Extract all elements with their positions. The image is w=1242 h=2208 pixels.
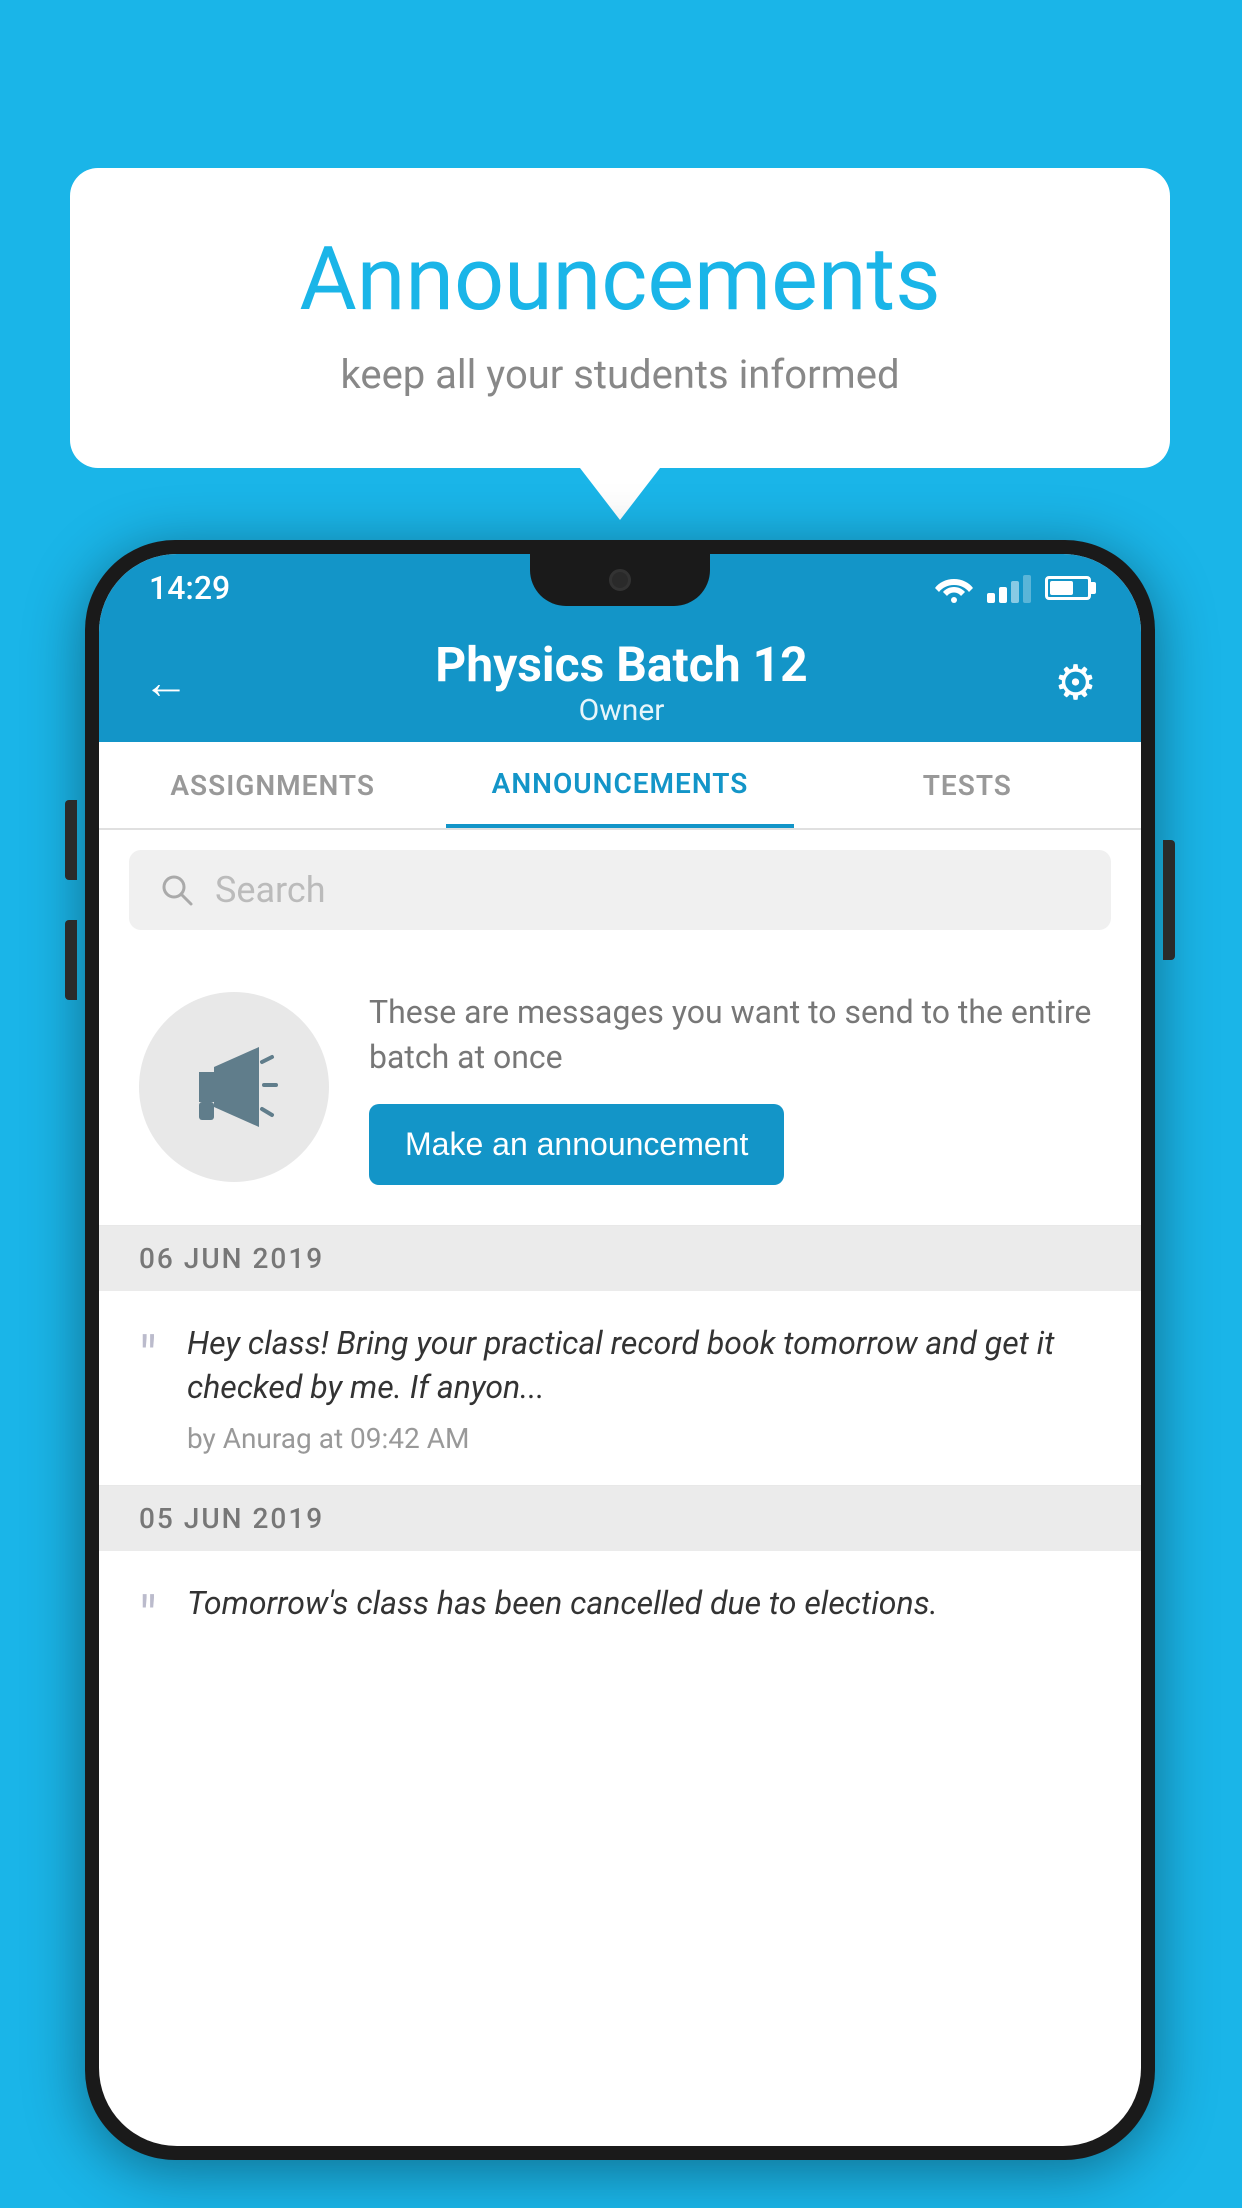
announcement-text-2: Tomorrow's class has been cancelled due …: [187, 1581, 1101, 1626]
announcement-item-2[interactable]: " Tomorrow's class has been cancelled du…: [99, 1551, 1141, 1675]
phone-frame: 14:29: [85, 540, 1155, 2160]
date-separator-2: 05 JUN 2019: [99, 1486, 1141, 1551]
quote-icon-2: ": [139, 1589, 157, 1645]
bubble-subtitle: keep all your students informed: [150, 351, 1090, 398]
search-placeholder: Search: [215, 869, 326, 911]
header-title: Physics Batch 12: [435, 636, 807, 693]
back-button[interactable]: ←: [143, 655, 189, 710]
megaphone-icon: [184, 1037, 284, 1137]
status-time: 14:29: [149, 569, 230, 607]
tabs-bar: ASSIGNMENTS ANNOUNCEMENTS TESTS: [99, 742, 1141, 830]
announcement-item-1[interactable]: " Hey class! Bring your practical record…: [99, 1291, 1141, 1487]
signal-icon: [987, 573, 1031, 603]
status-icons: [935, 573, 1091, 603]
quote-icon-1: ": [139, 1329, 157, 1385]
date-separator-1: 06 JUN 2019: [99, 1226, 1141, 1291]
search-icon: [159, 872, 195, 908]
announcement-meta-1: by Anurag at 09:42 AM: [187, 1422, 1101, 1455]
promo-icon-circle: [139, 992, 329, 1182]
app-header: ← Physics Batch 12 Owner ⚙: [99, 622, 1141, 742]
promo-description: These are messages you want to send to t…: [369, 990, 1101, 1080]
phone-screen: 14:29: [99, 554, 1141, 2146]
tab-assignments[interactable]: ASSIGNMENTS: [99, 742, 446, 828]
header-center: Physics Batch 12 Owner: [435, 636, 807, 728]
volume-up-button[interactable]: [65, 800, 77, 880]
wifi-icon: [935, 573, 973, 603]
speech-bubble: Announcements keep all your students inf…: [70, 168, 1170, 468]
announcement-content-1: Hey class! Bring your practical record b…: [187, 1321, 1101, 1456]
screen-content: Search: [99, 830, 1141, 2146]
phone-notch: [530, 554, 710, 606]
tab-tests[interactable]: TESTS: [794, 742, 1141, 828]
announcement-content-2: Tomorrow's class has been cancelled due …: [187, 1581, 1101, 1638]
header-subtitle: Owner: [435, 693, 807, 728]
power-button[interactable]: [1163, 840, 1175, 960]
announcement-text-1: Hey class! Bring your practical record b…: [187, 1321, 1101, 1411]
search-bar[interactable]: Search: [129, 850, 1111, 930]
settings-icon[interactable]: ⚙: [1054, 654, 1097, 711]
camera: [609, 569, 631, 591]
battery-icon: [1045, 576, 1091, 600]
tab-announcements[interactable]: ANNOUNCEMENTS: [446, 742, 793, 828]
search-container: Search: [99, 830, 1141, 950]
volume-down-button[interactable]: [65, 920, 77, 1000]
make-announcement-button[interactable]: Make an announcement: [369, 1104, 784, 1185]
bubble-title: Announcements: [150, 228, 1090, 331]
promo-card: These are messages you want to send to t…: [99, 950, 1141, 1226]
promo-right: These are messages you want to send to t…: [369, 990, 1101, 1185]
